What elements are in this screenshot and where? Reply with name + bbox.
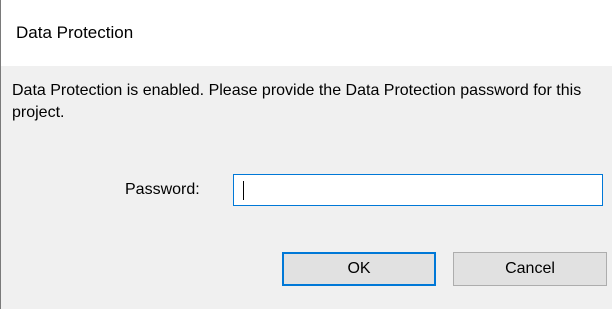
data-protection-dialog: Data Protection Data Protection is enabl… bbox=[0, 0, 612, 309]
ok-button[interactable]: OK bbox=[282, 252, 436, 286]
password-input[interactable] bbox=[233, 174, 603, 206]
dialog-message: Data Protection is enabled. Please provi… bbox=[12, 82, 582, 121]
title-bar: Data Protection bbox=[1, 0, 612, 66]
cancel-button[interactable]: Cancel bbox=[453, 252, 607, 286]
text-caret bbox=[243, 181, 244, 200]
password-label: Password: bbox=[125, 181, 200, 198]
dialog-title: Data Protection bbox=[16, 23, 134, 42]
